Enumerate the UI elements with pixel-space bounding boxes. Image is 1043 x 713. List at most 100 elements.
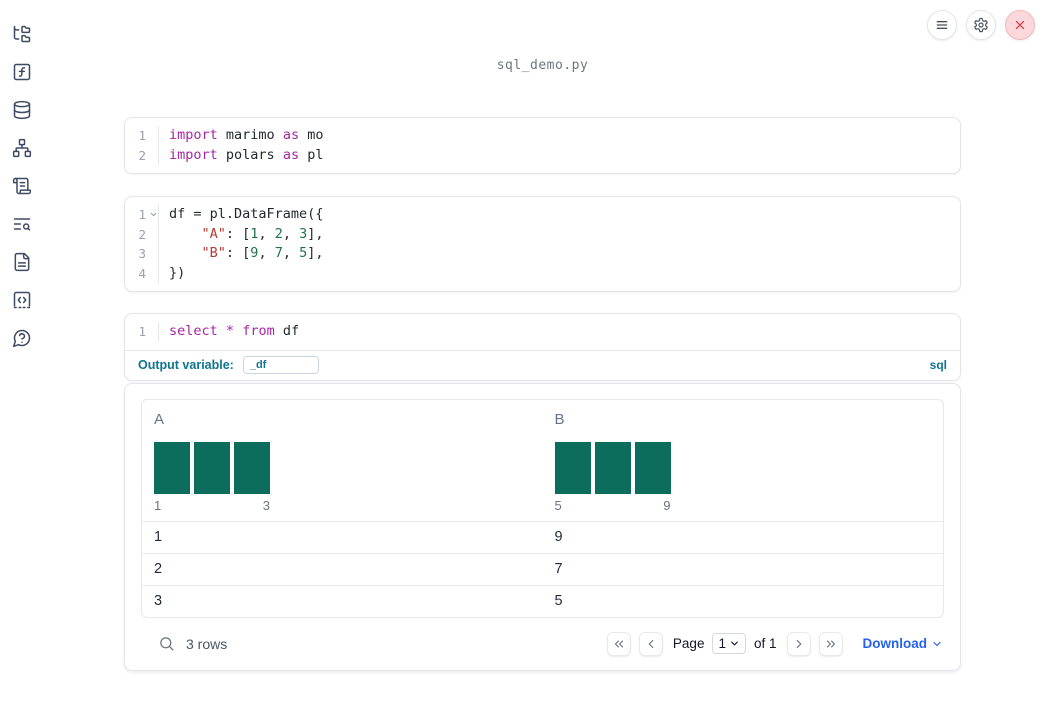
- column-header-a[interactable]: A 1 3: [142, 400, 543, 521]
- code-cell-dataframe[interactable]: 1 df = pl.DataFrame({ 2 "A": [1, 2, 3], …: [124, 196, 961, 292]
- line-number: 1: [138, 207, 146, 222]
- search-icon[interactable]: [158, 635, 175, 652]
- histogram-bar[interactable]: [594, 441, 631, 494]
- column-a-histogram: [154, 441, 270, 494]
- chevrons-left-icon: [612, 637, 626, 651]
- code-line: 4 }): [125, 263, 960, 283]
- fold-chevron-icon[interactable]: [149, 210, 158, 219]
- page-select-value: 1: [718, 636, 726, 651]
- line-number: 4: [125, 263, 159, 283]
- column-label: A: [154, 410, 165, 428]
- sql-cell-footer: Output variable: sql: [125, 351, 960, 380]
- table-row[interactable]: 3 5: [142, 584, 943, 617]
- table-cell: 2: [154, 560, 163, 577]
- code-square-icon: [12, 290, 32, 310]
- code-token: : [: [225, 245, 251, 261]
- code-token: mo: [299, 127, 324, 143]
- tick-min: 5: [554, 497, 562, 513]
- code-token: *: [225, 323, 235, 339]
- code-line: 1 df = pl.DataFrame({: [125, 205, 960, 225]
- gear-icon: [973, 17, 989, 33]
- code-editor[interactable]: 1 import marimo as mo 2 import polars as…: [125, 118, 960, 173]
- page-select[interactable]: 1: [712, 633, 746, 654]
- file-text-icon: [12, 252, 32, 272]
- page-label: Page: [672, 636, 705, 651]
- code-token: ,: [258, 245, 275, 261]
- code-token: from: [242, 323, 275, 339]
- page-of-label: of 1: [753, 636, 777, 651]
- close-icon: [1013, 18, 1027, 32]
- code-token: select: [169, 323, 218, 339]
- table-cell: 3: [154, 592, 163, 609]
- histogram-bar[interactable]: [554, 441, 591, 494]
- table-cell: 9: [554, 528, 563, 545]
- language-badge: sql: [929, 357, 947, 372]
- sidebar-item-documentation[interactable]: [11, 251, 33, 273]
- code-token: 2: [274, 225, 283, 242]
- code-token: as: [282, 127, 300, 143]
- function-square-icon: [12, 62, 32, 82]
- code-token: df = pl.DataFrame({: [169, 206, 324, 222]
- code-cell-imports[interactable]: 1 import marimo as mo 2 import polars as…: [124, 117, 961, 174]
- code-editor[interactable]: 1 df = pl.DataFrame({ 2 "A": [1, 2, 3], …: [125, 197, 960, 291]
- code-token: ],: [307, 245, 324, 261]
- sidebar-item-help[interactable]: [11, 327, 33, 349]
- chevron-right-icon: [792, 637, 806, 651]
- settings-button[interactable]: [966, 10, 996, 40]
- shutdown-button[interactable]: [1005, 10, 1035, 40]
- sidebar-item-dependency-graph[interactable]: [11, 137, 33, 159]
- sidebar-item-file-explorer[interactable]: [11, 23, 33, 45]
- table-row[interactable]: 2 7: [142, 552, 943, 585]
- code-token: ,: [258, 225, 275, 242]
- sql-cell[interactable]: 1 select * from df Output variable: sql: [124, 313, 961, 381]
- output-variable-input[interactable]: [242, 355, 319, 374]
- text-search-icon: [12, 214, 32, 234]
- line-number: 1: [125, 322, 159, 342]
- first-page-button[interactable]: [606, 631, 631, 656]
- code-token: marimo: [217, 127, 283, 143]
- histogram-bar[interactable]: [154, 441, 190, 494]
- sidebar-item-variables[interactable]: [11, 61, 33, 83]
- sidebar-item-toc-search[interactable]: [11, 213, 33, 235]
- histogram-ticks: 5 9: [555, 498, 671, 513]
- chevron-left-icon: [644, 637, 658, 651]
- line-number: 2: [125, 145, 159, 165]
- scroll-text-icon: [12, 176, 32, 196]
- download-button[interactable]: Download: [863, 636, 944, 651]
- histogram-bar[interactable]: [634, 441, 671, 494]
- notebook-area: sql_demo.py 1 import marimo as mo 2 impo…: [124, 0, 961, 671]
- code-token: ,: [282, 225, 300, 242]
- code-line: 1 import marimo as mo: [125, 126, 960, 146]
- dataframe-table: A 1 3 B 5 9 1 9 2 7 3 5: [141, 398, 944, 618]
- folder-tree-icon: [12, 24, 32, 44]
- previous-page-button[interactable]: [638, 631, 663, 656]
- last-page-button[interactable]: [818, 631, 843, 656]
- chevrons-right-icon: [824, 637, 838, 651]
- column-header-b[interactable]: B 5 9: [543, 400, 944, 521]
- network-icon: [12, 138, 32, 158]
- code-token: "B": [201, 245, 226, 261]
- chevron-down-icon: [931, 638, 943, 650]
- sidebar-item-scratchpad[interactable]: [11, 289, 33, 311]
- code-token: polars: [217, 146, 283, 163]
- code-token: }): [169, 264, 186, 281]
- notebook-filename[interactable]: sql_demo.py: [124, 58, 961, 78]
- database-icon: [12, 100, 32, 120]
- sidebar-item-logs[interactable]: [11, 175, 33, 197]
- sql-editor[interactable]: 1 select * from df: [125, 314, 960, 350]
- tick-max: 9: [663, 497, 671, 513]
- histogram-bar[interactable]: [234, 441, 270, 494]
- line-number: 2: [125, 224, 159, 244]
- table-cell: 7: [554, 560, 563, 577]
- next-page-button[interactable]: [786, 631, 811, 656]
- download-label: Download: [862, 636, 928, 651]
- column-label: B: [554, 410, 565, 428]
- histogram-bar[interactable]: [194, 441, 230, 494]
- sidebar-item-data-sources[interactable]: [11, 99, 33, 121]
- code-line: 3 "B": [9, 7, 5],: [125, 244, 960, 264]
- row-count: 3 rows: [186, 635, 228, 652]
- table-row[interactable]: 1 9: [142, 520, 943, 553]
